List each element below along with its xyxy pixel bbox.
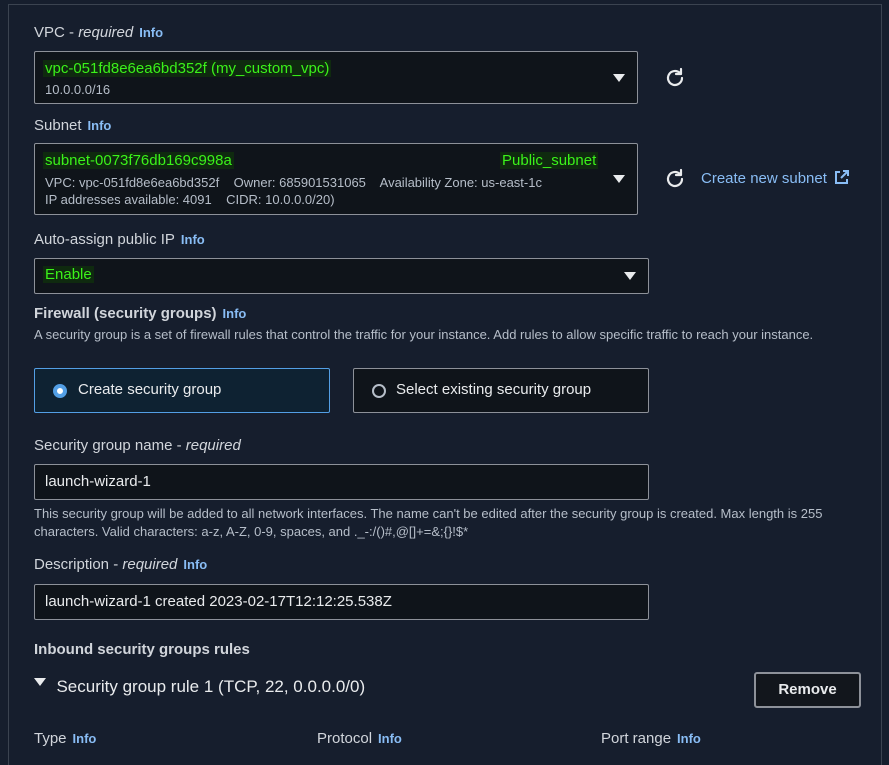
vpc-value: vpc-051fd8e6ea6bd352f (my_custom_vpc) [43, 60, 332, 77]
subnet-id: subnet-0073f76db169c998a [43, 152, 234, 169]
protocol-column-label: Protocol [317, 730, 373, 747]
port-range-column-header: Port range Info [601, 730, 701, 747]
create-new-subnet-text: Create new subnet [701, 170, 827, 187]
vpc-cidr: 10.0.0.0/16 [45, 82, 111, 97]
create-security-group-option[interactable]: Create security group [34, 368, 330, 413]
chevron-down-icon [624, 272, 636, 280]
description-label: Description - required Info [34, 556, 207, 573]
description-info-link[interactable]: Info [183, 557, 207, 572]
firewall-description: A security group is a set of firewall ru… [34, 327, 814, 342]
description-input[interactable]: launch-wizard-1 created 2023-02-17T12:12… [34, 584, 649, 620]
sg-name-label-text: Security group name - [34, 437, 186, 454]
subnet-name-text: Public_subnet [500, 152, 599, 169]
vpc-label-text: VPC - [34, 24, 79, 41]
select-existing-security-group-label: Select existing security group [396, 381, 592, 398]
auto-assign-label: Auto-assign public IP Info [34, 231, 205, 248]
auto-assign-value: Enable [43, 266, 94, 283]
security-group-name-input[interactable]: launch-wizard-1 [34, 464, 649, 500]
subnet-label: Subnet Info [34, 117, 111, 134]
rule-title: Security group rule 1 (TCP, 22, 0.0.0.0/… [56, 677, 366, 696]
auto-assign-select[interactable]: Enable [34, 258, 649, 294]
port-range-column-label: Port range [601, 730, 672, 747]
vpc-value-text: vpc-051fd8e6ea6bd352f (my_custom_vpc) [43, 60, 332, 77]
sg-name-required: required [185, 437, 241, 454]
protocol-column-header: Protocol Info [317, 730, 402, 747]
protocol-info-link[interactable]: Info [378, 731, 402, 746]
remove-button[interactable]: Remove [754, 672, 861, 708]
sg-name-label: Security group name - required [34, 437, 241, 454]
vpc-info-link[interactable]: Info [139, 25, 163, 40]
external-link-icon [835, 170, 850, 184]
firewall-label-text: Firewall (security groups) [34, 305, 217, 322]
caret-down-icon [34, 678, 46, 686]
refresh-icon[interactable] [664, 168, 686, 190]
refresh-icon[interactable] [664, 67, 686, 89]
select-existing-security-group-option[interactable]: Select existing security group [353, 368, 649, 413]
firewall-label: Firewall (security groups) Info [34, 305, 246, 322]
sg-name-help: This security group will be added to all… [34, 506, 823, 539]
create-security-group-label: Create security group [78, 381, 222, 398]
subnet-info-link[interactable]: Info [88, 118, 112, 133]
rule-expander[interactable]: Security group rule 1 (TCP, 22, 0.0.0.0/… [34, 677, 365, 697]
chevron-down-icon [613, 175, 625, 183]
auto-assign-info-link[interactable]: Info [181, 232, 205, 247]
subnet-select[interactable]: subnet-0073f76db169c998a Public_subnet V… [34, 143, 638, 215]
create-new-subnet-link[interactable]: Create new subnet [701, 170, 850, 187]
description-required: required [122, 556, 178, 573]
subnet-details-line1: VPC: vpc-051fd8e6ea6bd352f Owner: 685901… [45, 175, 542, 190]
vpc-select[interactable]: vpc-051fd8e6ea6bd352f (my_custom_vpc) 10… [34, 51, 638, 104]
auto-assign-value-text: Enable [43, 266, 94, 283]
vpc-required: required [78, 24, 134, 41]
subnet-id-text: subnet-0073f76db169c998a [43, 152, 234, 169]
radio-selected-icon [53, 384, 67, 398]
description-label-text: Description - [34, 556, 123, 573]
auto-assign-label-text: Auto-assign public IP [34, 231, 175, 248]
type-column-header: Type Info [34, 730, 96, 747]
chevron-down-icon [613, 74, 625, 82]
type-info-link[interactable]: Info [73, 731, 97, 746]
type-column-label: Type [34, 730, 67, 747]
radio-unselected-icon [372, 384, 386, 398]
port-range-info-link[interactable]: Info [677, 731, 701, 746]
firewall-info-link[interactable]: Info [223, 306, 247, 321]
subnet-name: Public_subnet [500, 152, 599, 169]
subnet-label-text: Subnet [34, 117, 82, 134]
vpc-label: VPC - required Info [34, 24, 163, 41]
inbound-rules-title: Inbound security groups rules [34, 641, 250, 658]
subnet-details-line2: IP addresses available: 4091 CIDR: 10.0.… [45, 192, 335, 207]
